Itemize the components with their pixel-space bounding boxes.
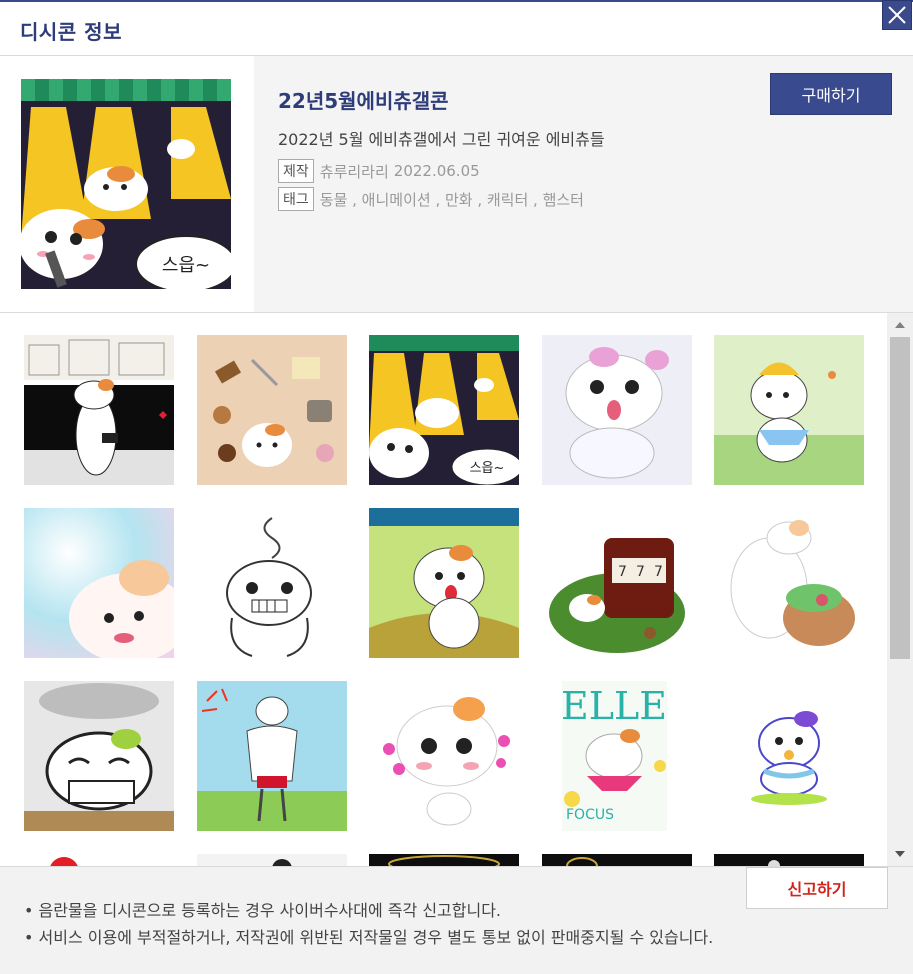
maker-row: 제작 츄루리라리 2022.06.05: [278, 159, 480, 183]
magazine-subtitle: FOCUS: [566, 807, 614, 823]
sticker-row4-2[interactable]: [197, 854, 347, 866]
sticker-hamster-sketch[interactable]: [197, 508, 347, 658]
sticker-hamster-cup-note[interactable]: [24, 681, 174, 831]
svg-text:7: 7: [654, 564, 663, 580]
sticker-hamster-singing[interactable]: 스읍~: [369, 335, 519, 485]
dcon-description: 2022년 5월 에비츄갤에서 그린 귀여운 에비츄들: [278, 130, 605, 149]
sticker-row4-1[interactable]: [24, 854, 174, 866]
sticker-hamster-pacifier[interactable]: [714, 681, 864, 831]
sticker-hamster-slot-machine[interactable]: 777: [542, 508, 692, 658]
sticker-row4-3[interactable]: [369, 854, 519, 866]
sticker-hamster-sky[interactable]: [24, 508, 174, 658]
sticker-hamster-wave[interactable]: [369, 508, 519, 658]
tag-list: 동물 , 애니메이션 , 만화 , 캐릭터 , 햄스터: [319, 190, 584, 209]
notice-line-2: • 서비스 이용에 부적절하거나, 저작권에 위반된 저작물일 경우 별도 통보…: [24, 928, 714, 947]
tag-row: 태그 동물 , 애니메이션 , 만화 , 캐릭터 , 햄스터: [278, 187, 584, 211]
sticker-hamster-salad[interactable]: [714, 508, 864, 658]
tag-label: 태그: [278, 187, 314, 211]
close-button[interactable]: [882, 0, 912, 30]
report-button[interactable]: 신고하기: [746, 867, 888, 909]
sticker-row4-5[interactable]: [714, 854, 864, 866]
svg-text:7: 7: [618, 564, 627, 580]
scroll-thumb[interactable]: [890, 337, 910, 659]
dialog-title: 디시콘 정보: [20, 20, 122, 44]
sticker-grid: 스읍~ 7 7 7 ELLE FOCUS: [0, 313, 913, 866]
maker-label: 제작: [278, 159, 314, 183]
sticker-hamster-street-walk[interactable]: [24, 335, 174, 485]
magazine-title: ELLE: [561, 684, 667, 728]
close-icon: [888, 6, 906, 24]
maker-name: 츄루리라리: [319, 162, 389, 181]
dcon-info-panel: 스읍~ 22년5월에비츄갤콘 2022년 5월 에비츄갤에서 그린 귀여운 에비…: [0, 56, 913, 313]
dialog-header: 디시콘 정보: [0, 2, 913, 56]
sticker-grid-scrollbar[interactable]: [887, 313, 913, 866]
thumbnail-box: 스읍~: [0, 56, 254, 312]
scroll-up-arrow-icon[interactable]: [887, 317, 913, 333]
thumb-caption: 스읍~: [162, 255, 210, 276]
notice-footer: 신고하기 • 음란물을 디시콘으로 등록하는 경우 사이버수사대에 즉각 신고합…: [0, 866, 913, 974]
singing-sticker-caption: 스읍~: [470, 461, 505, 476]
sticker-hamster-hearts[interactable]: [369, 681, 519, 831]
buy-button[interactable]: 구매하기: [770, 73, 892, 115]
sticker-row4-4[interactable]: [542, 854, 692, 866]
scroll-down-arrow-icon[interactable]: [887, 846, 913, 862]
dcon-thumbnail: 스읍~: [21, 79, 231, 289]
svg-text:7: 7: [636, 564, 645, 580]
dcon-title: 22년5월에비츄갤콘: [278, 89, 449, 113]
release-date: 2022.06.05: [393, 162, 480, 180]
notice-line-1: • 음란물을 디시콘으로 등록하는 경우 사이버수사대에 즉각 신고합니다.: [24, 901, 502, 920]
sticker-hamster-surprised[interactable]: [542, 335, 692, 485]
sticker-hamster-hat-dance[interactable]: [714, 335, 864, 485]
sticker-hamster-cafe[interactable]: [197, 335, 347, 485]
sticker-hamster-muscle[interactable]: [197, 681, 347, 831]
sticker-hamster-magazine[interactable]: ELLE FOCUS: [542, 681, 692, 831]
